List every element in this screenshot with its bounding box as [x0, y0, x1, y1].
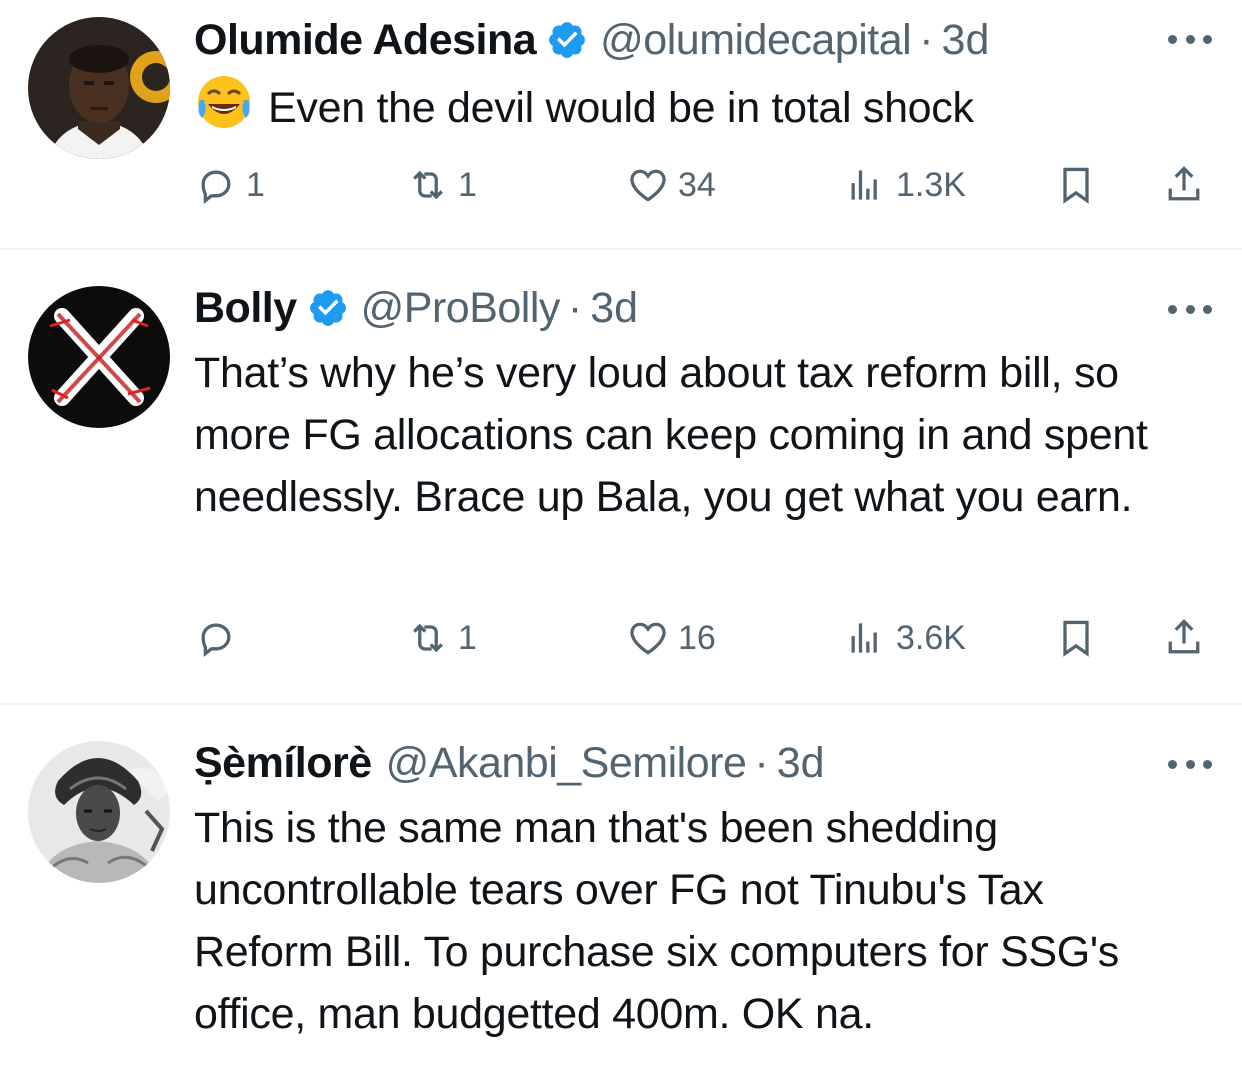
bookmark-icon [1063, 167, 1089, 204]
separator-dot: · [919, 15, 934, 64]
tweet-actions: 1 16 3.6K [194, 613, 1214, 663]
tweet-2[interactable]: Bolly @ProBolly · 3d That’s why he’s ver… [0, 250, 1242, 705]
tweet-1[interactable]: Olumide Adesina @olumidecapital · 3d Eve… [0, 0, 1242, 250]
views-button[interactable]: 1.3K [844, 160, 966, 210]
tweet-3[interactable]: Ṣèmílorè @Akanbi_Semilore · 3d This is t… [0, 705, 1242, 1072]
tweet-text-content: Even the devil would be in total shock [268, 84, 974, 132]
timestamp[interactable]: 3d [777, 739, 825, 788]
retweet-count: 1 [458, 165, 477, 204]
tweet-header: Bolly @ProBolly · 3d [194, 280, 638, 336]
avatar-photo [28, 17, 170, 159]
share-button[interactable] [1162, 160, 1206, 210]
bookmark-button[interactable] [1054, 160, 1098, 210]
share-icon [1168, 166, 1200, 201]
tweet-header: Olumide Adesina @olumidecapital · 3d [194, 12, 989, 68]
avatar[interactable] [28, 286, 170, 428]
heart-icon [630, 169, 666, 202]
views-count: 3.6K [896, 618, 966, 657]
more-options-icon[interactable] [1168, 302, 1212, 316]
reply-count: 1 [246, 165, 265, 204]
avatar-photo [28, 741, 170, 883]
face-with-tears-of-joy-icon [198, 76, 250, 128]
verified-badge-icon [309, 290, 346, 326]
views-button[interactable]: 3.6K [844, 613, 966, 663]
display-name[interactable]: Olumide Adesina [194, 16, 537, 65]
timestamp[interactable]: 3d [590, 284, 638, 333]
heart-icon [630, 622, 666, 655]
user-handle[interactable]: @ProBolly [361, 284, 561, 333]
retweet-button[interactable]: 1 [406, 160, 477, 210]
views-count: 1.3K [896, 165, 966, 204]
reply-button[interactable]: 1 [194, 160, 265, 210]
reply-button[interactable] [194, 613, 246, 663]
avatar[interactable] [28, 17, 170, 159]
retweet-count: 1 [458, 618, 477, 657]
verified-badge-icon [549, 22, 586, 58]
like-count: 16 [678, 618, 716, 657]
views-chart-icon [851, 623, 877, 653]
views-chart-icon [851, 170, 877, 200]
tweet-header: Ṣèmílorè @Akanbi_Semilore · 3d [194, 735, 825, 791]
like-button[interactable]: 16 [626, 613, 716, 663]
retweet-button[interactable]: 1 [406, 613, 477, 663]
bookmark-button[interactable] [1054, 613, 1098, 663]
reply-icon [201, 170, 231, 204]
reply-icon [201, 623, 231, 657]
more-options-icon[interactable] [1168, 32, 1212, 46]
like-count: 34 [678, 165, 716, 204]
tweet-text: That’s why he’s very loud about tax refo… [194, 349, 1148, 521]
user-handle[interactable]: @Akanbi_Semilore [386, 739, 747, 788]
avatar-x-logo [28, 286, 170, 428]
share-icon [1168, 619, 1200, 654]
tweet-text: Even the devil would be in total shock [194, 72, 1214, 139]
avatar[interactable] [28, 741, 170, 883]
tweet-text: This is the same man that's been sheddin… [194, 804, 1120, 1038]
tweet-actions: 1 1 34 1.3K [194, 160, 1214, 210]
display-name[interactable]: Ṣèmílorè [194, 739, 372, 788]
retweet-icon [413, 170, 443, 200]
more-options-icon[interactable] [1168, 757, 1212, 771]
share-button[interactable] [1162, 613, 1206, 663]
display-name[interactable]: Bolly [194, 284, 297, 333]
like-button[interactable]: 34 [626, 160, 716, 210]
bookmark-icon [1063, 620, 1089, 657]
retweet-icon [413, 623, 443, 653]
separator-dot: · [754, 738, 769, 787]
separator-dot: · [567, 283, 583, 332]
user-handle[interactable]: @olumidecapital [600, 16, 912, 65]
timestamp[interactable]: 3d [942, 16, 990, 65]
